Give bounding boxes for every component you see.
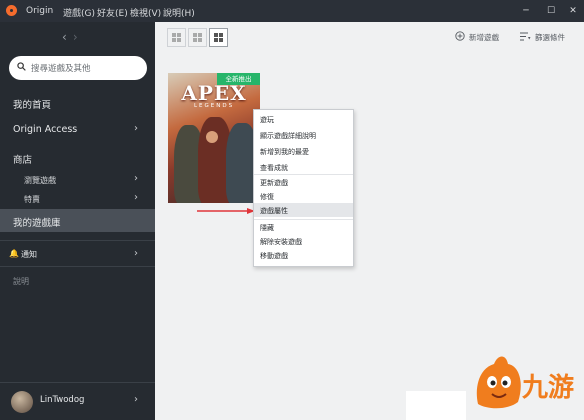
chevron-right-icon: › xyxy=(134,123,138,134)
new-release-badge: 全新推出 xyxy=(217,73,260,85)
chevron-right-icon: › xyxy=(134,173,138,184)
blank-panel xyxy=(406,391,466,420)
search-input[interactable]: 搜尋遊戲及其他 xyxy=(9,56,147,80)
menu-games[interactable]: 遊戲(G) xyxy=(63,6,95,19)
divider xyxy=(0,240,155,241)
menu-item-game-properties[interactable]: 遊戲屬性 xyxy=(260,206,288,216)
menu-item-hide[interactable]: 隱藏 xyxy=(260,223,274,233)
menu-item-game-details[interactable]: 顯示遊戲詳細說明 xyxy=(260,131,316,141)
context-menu: 遊玩 顯示遊戲詳細說明 新增到我的最愛 查看成就 更新遊戲 修復 遊戲屬性 隱藏… xyxy=(253,109,354,267)
watermark-logo: 九游 xyxy=(468,352,578,416)
avatar[interactable] xyxy=(11,391,33,413)
grid-large-icon xyxy=(214,33,223,42)
back-arrow-icon[interactable]: ‹ xyxy=(62,30,73,44)
mascot-icon: 九游 xyxy=(476,356,574,409)
grid-medium-icon xyxy=(193,33,202,42)
search-placeholder: 搜尋遊戲及其他 xyxy=(31,64,91,74)
menu-item-add-favorite[interactable]: 新增到我的最愛 xyxy=(260,147,309,157)
bell-icon: 🔔 xyxy=(9,249,19,258)
grid-small-icon xyxy=(172,33,181,42)
sidebar-item-origin-access[interactable]: Origin Access xyxy=(13,124,77,135)
menu-item-uninstall[interactable]: 解除安裝遊戲 xyxy=(260,237,302,247)
menu-item-update[interactable]: 更新遊戲 xyxy=(260,178,288,188)
chevron-right-icon: › xyxy=(134,192,138,203)
search-icon xyxy=(17,62,26,71)
menu-separator xyxy=(254,219,353,220)
origin-logo-icon xyxy=(6,5,17,16)
close-icon[interactable]: ✕ xyxy=(566,4,580,18)
title-bar: Origin 遊戲(G) 好友(E) 檢視(V) 說明(H) ─ ☐ ✕ xyxy=(0,0,584,22)
sidebar-item-my-home[interactable]: 我的首頁 xyxy=(13,97,51,111)
menu-separator xyxy=(254,174,353,175)
chevron-right-icon: › xyxy=(134,394,138,405)
menu-item-achievements[interactable]: 查看成就 xyxy=(260,163,288,173)
menu-help[interactable]: 說明(H) xyxy=(163,6,195,19)
view-large-tiles-button[interactable] xyxy=(209,28,228,47)
sidebar-item-help[interactable]: 說明 xyxy=(13,276,29,287)
view-small-tiles-button[interactable] xyxy=(167,28,186,47)
username[interactable]: LinTwodog xyxy=(40,395,84,405)
nav-arrows: ‹› xyxy=(62,30,84,44)
menu-item-repair[interactable]: 修復 xyxy=(260,192,274,202)
maximize-icon[interactable]: ☐ xyxy=(544,4,558,18)
divider xyxy=(0,382,155,383)
sidebar-item-store[interactable]: 商店 xyxy=(13,152,32,166)
minimize-icon[interactable]: ─ xyxy=(519,4,533,18)
add-game-button[interactable]: 新增遊戲 xyxy=(469,32,499,43)
chevron-right-icon: › xyxy=(134,248,138,259)
red-arrow-annotation xyxy=(197,208,255,214)
divider xyxy=(0,266,155,267)
filter-button[interactable]: 篩選條件 xyxy=(535,32,565,43)
sidebar-item-browse-games[interactable]: 瀏覽遊戲 xyxy=(24,175,56,186)
sidebar-item-deals[interactable]: 特賣 xyxy=(24,194,40,205)
sidebar-item-notifications[interactable]: 通知 xyxy=(21,249,37,260)
character-face xyxy=(206,131,218,143)
filter-icon[interactable] xyxy=(520,32,531,41)
game-tile-apex[interactable]: APEX LEGENDS 全新推出 xyxy=(168,73,260,203)
watermark-text: 九游 xyxy=(521,373,574,403)
menu-item-move-game[interactable]: 移動遊戲 xyxy=(260,251,288,261)
sidebar: ‹› 搜尋遊戲及其他 我的首頁 Origin Access › 商店 瀏覽遊戲 … xyxy=(0,22,155,420)
menu-friends[interactable]: 好友(E) xyxy=(97,6,128,19)
add-circle-icon[interactable] xyxy=(455,31,465,41)
sidebar-item-my-library[interactable]: 我的遊戲庫 xyxy=(13,215,61,229)
game-subtitle: LEGENDS xyxy=(193,103,235,109)
view-medium-tiles-button[interactable] xyxy=(188,28,207,47)
forward-arrow-icon[interactable]: › xyxy=(73,30,84,44)
menu-item-play[interactable]: 遊玩 xyxy=(260,115,274,125)
menu-view[interactable]: 檢視(V) xyxy=(130,6,161,19)
menu-origin[interactable]: Origin xyxy=(26,6,53,16)
